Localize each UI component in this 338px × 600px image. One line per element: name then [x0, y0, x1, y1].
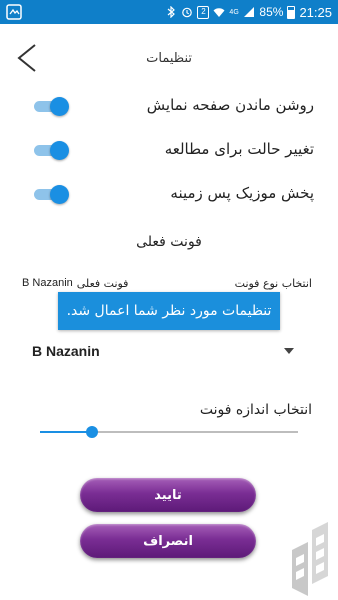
wifi-icon: [213, 8, 225, 17]
battery-icon: [287, 5, 296, 19]
slider-thumb[interactable]: [85, 426, 98, 438]
back-chevron-icon[interactable]: [14, 42, 40, 74]
current-font-heading: فونت فعلی: [136, 234, 202, 250]
background-music-toggle[interactable]: [34, 185, 69, 204]
toast-message: تنظیمات مورد نظر شما اعمال شد.: [58, 292, 280, 330]
dropdown-arrow-icon: [284, 348, 294, 354]
confirm-button[interactable]: تایید: [80, 478, 256, 512]
store-logo-icon: [292, 522, 328, 596]
font-select-dropdown[interactable]: B Nazanin: [22, 336, 302, 368]
select-font-type-label: انتخاب نوع فونت: [234, 277, 312, 290]
status-bar: 2 4G 85% 21:25: [0, 0, 338, 24]
font-size-label: انتخاب اندازه فونت: [199, 402, 312, 418]
page-title: تنظیمات: [146, 51, 192, 66]
keep-screen-on-toggle[interactable]: [34, 97, 69, 116]
setting-label: پخش موزیک پس زمینه: [170, 184, 314, 202]
signal-icon: [244, 7, 255, 17]
cancel-button[interactable]: انصراف: [80, 524, 256, 558]
current-font-caption: فونت فعلی: [76, 277, 129, 290]
setting-label: تغییر حالت برای مطالعه: [164, 140, 314, 158]
font-size-slider[interactable]: [40, 424, 298, 440]
sim-badge: 2: [197, 5, 210, 19]
reading-mode-toggle[interactable]: [34, 141, 69, 160]
setting-row-background-music: پخش موزیک پس زمینه: [0, 178, 338, 212]
slider-fill: [40, 431, 92, 433]
clock: 21:25: [299, 4, 332, 20]
setting-row-reading-mode: تغییر حالت برای مطالعه: [0, 134, 338, 168]
current-font-display: B Nazanin فونت فعلی: [22, 277, 128, 290]
setting-row-keep-screen-on: روشن ماندن صفحه نمایش: [0, 90, 338, 124]
current-font-value: B Nazanin: [22, 277, 73, 289]
setting-label: روشن ماندن صفحه نمایش: [146, 96, 314, 114]
alarm-icon: [182, 7, 193, 18]
app-notification-icon: [6, 4, 22, 20]
battery-percent: 85%: [259, 5, 284, 19]
bluetooth-icon: [168, 6, 176, 18]
font-select-value: B Nazanin: [32, 343, 100, 359]
network-type: 4G: [229, 8, 239, 16]
